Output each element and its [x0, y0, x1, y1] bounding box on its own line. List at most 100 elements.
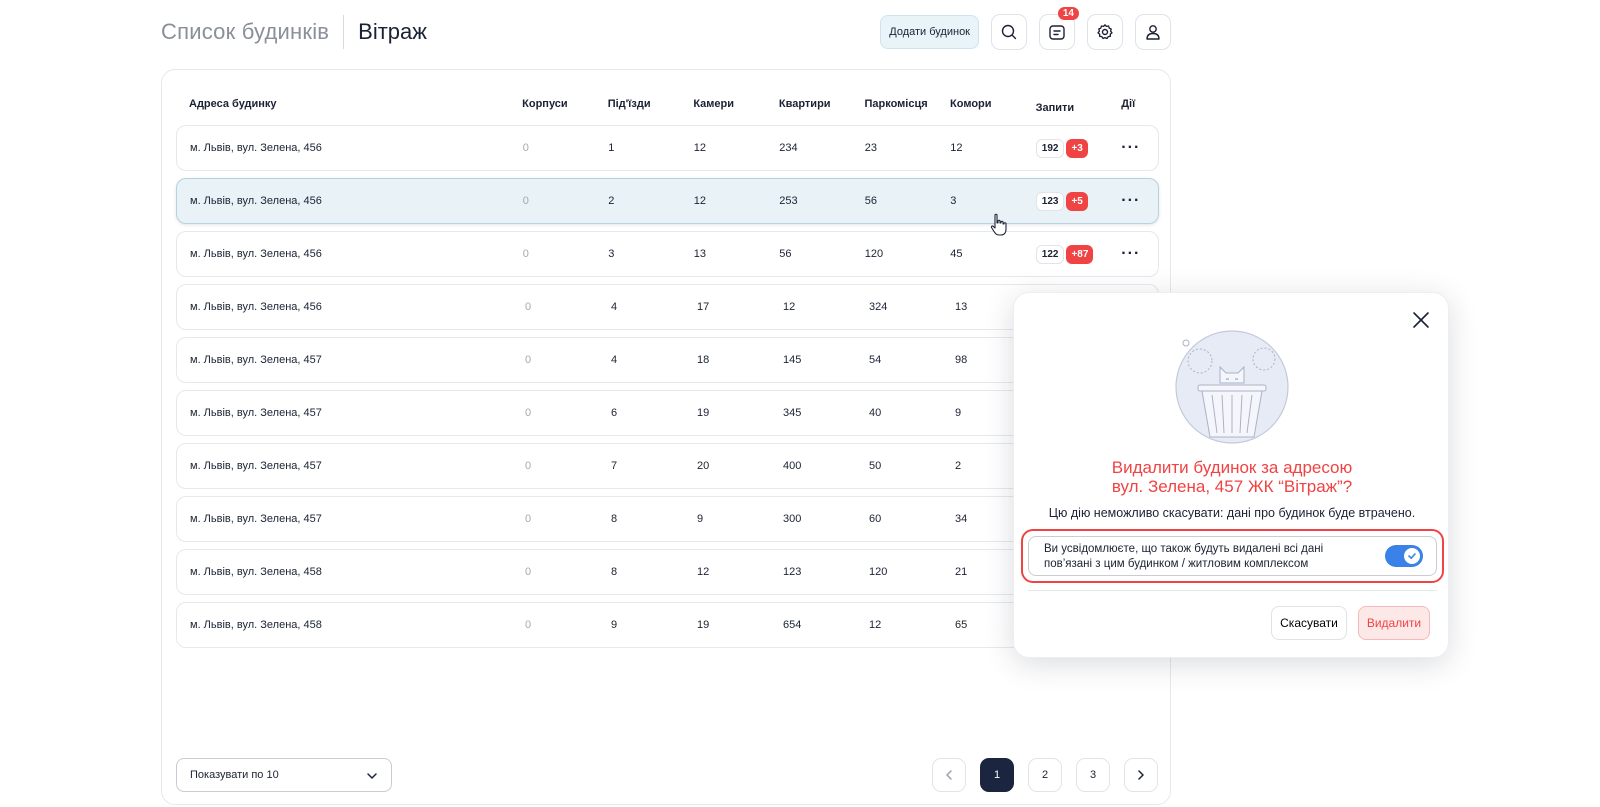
row-actions[interactable]: ··· [1108, 139, 1158, 157]
cell-pidizdy: 8 [611, 566, 618, 578]
table-row[interactable]: м. Львів, вул. Зелена, 457 0 7 20 400 50… [176, 443, 1159, 489]
column-header[interactable]: Запити [1023, 98, 1109, 118]
chevron-right-icon [1138, 770, 1144, 780]
new-requests-badge: +3 [1066, 138, 1088, 158]
confirm-text: Ви усвідомлюєте, що також будуть видален… [1044, 543, 1324, 570]
cell-address: м. Львів, вул. Зелена, 457 [190, 354, 322, 366]
cell-address: м. Львів, вул. Зелена, 456 [190, 195, 322, 207]
cell-address: м. Львів, вул. Зелена, 457 [190, 460, 322, 472]
cell-parkomistsia: 324 [869, 301, 888, 313]
page-button[interactable]: 1 [980, 758, 1014, 792]
modal-subtitle: Цю дію неможливо скасувати: дані про буд… [1048, 506, 1416, 520]
cell-korpusy: 0 [525, 301, 532, 313]
cell-pidizdy: 4 [611, 301, 618, 313]
page-title: Вітраж [358, 19, 427, 44]
per-page-value: Показувати по 10 [190, 769, 279, 781]
table-row[interactable]: м. Львів, вул. Зелена, 458 0 9 19 654 12… [176, 602, 1159, 648]
cell-kamery: 12 [697, 566, 710, 578]
user-icon [1146, 25, 1160, 40]
cell-korpusy: 0 [525, 407, 532, 419]
more-icon[interactable]: ··· [1121, 245, 1140, 262]
toggle-knob [1404, 548, 1420, 564]
table-row[interactable]: м. Львів, вул. Зелена, 456 0 2 12 253 56… [176, 178, 1159, 224]
column-header[interactable]: Комори [937, 98, 1023, 118]
breadcrumb-parent[interactable]: Список будинків [161, 19, 329, 45]
more-icon[interactable]: ··· [1121, 139, 1140, 156]
page-header: Список будинків Вітраж Додати будинок 14 [161, 7, 1171, 50]
cell-address: м. Львів, вул. Зелена, 458 [190, 619, 322, 631]
column-header: Дії [1121, 98, 1136, 110]
delete-button[interactable]: Видалити [1358, 606, 1430, 640]
cell-pidizdy: 3 [608, 248, 615, 260]
cell-korpusy: 0 [522, 248, 529, 260]
cell-parkomistsia: 56 [864, 195, 878, 207]
cell-kamery: 20 [697, 460, 710, 472]
cell-korpusy: 0 [525, 619, 532, 631]
table-row[interactable]: м. Львів, вул. Зелена, 456 0 4 17 12 324… [176, 284, 1159, 330]
settings-button[interactable] [1087, 14, 1123, 50]
profile-button[interactable] [1135, 14, 1171, 50]
column-header[interactable]: Квартири [766, 98, 852, 118]
cell-requests: 122 +87 [1023, 244, 1109, 264]
modal-divider [1028, 590, 1437, 591]
cell-pidizdy: 1 [608, 142, 615, 154]
search-button[interactable] [991, 14, 1027, 50]
requests-count-badge: 122 [1035, 244, 1065, 264]
table-row[interactable]: м. Львів, вул. Зелена, 456 0 3 13 56 120… [176, 231, 1159, 277]
column-header[interactable]: Паркомісця [851, 98, 937, 118]
column-header[interactable]: Камери [680, 98, 766, 118]
prev-page-button[interactable] [932, 758, 966, 792]
cell-kamery: 18 [697, 354, 710, 366]
cell-kvartyry: 145 [783, 354, 802, 366]
more-icon[interactable]: ··· [1121, 192, 1140, 209]
next-page-button[interactable] [1124, 758, 1158, 792]
table-row[interactable]: м. Львів, вул. Зелена, 458 0 8 12 123 12… [176, 549, 1159, 595]
hand-cursor-icon [990, 213, 1007, 236]
cell-kamery: 17 [697, 301, 710, 313]
confirm-toggle[interactable] [1385, 545, 1423, 567]
modal-title: Видалити будинок за адресою вул. Зелена,… [1014, 458, 1450, 496]
per-page-select[interactable]: Показувати по 10 [176, 758, 392, 792]
cell-pidizdy: 4 [611, 354, 618, 366]
cell-kamery: 19 [697, 407, 710, 419]
page: Список будинків Вітраж Додати будинок 14… [0, 0, 1600, 807]
check-icon [1408, 553, 1416, 559]
cell-korpusy: 0 [522, 142, 529, 154]
table-row[interactable]: м. Львів, вул. Зелена, 457 0 6 19 345 40… [176, 390, 1159, 436]
cell-address: м. Львів, вул. Зелена, 456 [190, 142, 322, 154]
table-row[interactable]: м. Львів, вул. Зелена, 456 0 1 12 234 23… [176, 125, 1159, 171]
column-header[interactable]: Адреса будинку [176, 98, 509, 118]
row-actions[interactable]: ··· [1108, 245, 1158, 263]
delete-building-modal: Видалити будинок за адресою вул. Зелена,… [1013, 292, 1449, 658]
cell-kamery: 19 [697, 619, 710, 631]
cell-kamery: 12 [693, 195, 707, 207]
table-row[interactable]: м. Львів, вул. Зелена, 457 0 8 9 300 60 … [176, 496, 1159, 542]
cell-kvartyry: 345 [783, 407, 802, 419]
close-icon[interactable] [1410, 309, 1432, 331]
cell-pidizdy: 9 [611, 619, 618, 631]
modal-title-line: Видалити будинок за адресою [1111, 458, 1353, 477]
row-actions[interactable]: ··· [1108, 192, 1158, 210]
add-building-button[interactable]: Додати будинок [880, 15, 979, 49]
column-header[interactable]: Під'їзди [595, 98, 681, 118]
cancel-button[interactable]: Скасувати [1271, 606, 1347, 640]
cell-kvartyry: 12 [783, 301, 796, 313]
chevron-down-icon [367, 773, 377, 779]
cell-kvartyry: 56 [779, 248, 792, 260]
table-row[interactable]: м. Львів, вул. Зелена, 457 0 4 18 145 54… [176, 337, 1159, 383]
column-header[interactable]: Корпуси [509, 98, 595, 118]
cell-requests: 123 +5 [1023, 191, 1109, 211]
page-button[interactable]: 2 [1028, 758, 1062, 792]
cell-parkomistsia: 60 [869, 513, 882, 525]
notifications-button[interactable]: 14 [1039, 7, 1079, 50]
cell-korpusy: 0 [525, 566, 532, 578]
cell-pidizdy: 7 [611, 460, 618, 472]
cell-kvartyry: 253 [779, 195, 798, 207]
cell-kvartyry: 300 [783, 513, 802, 525]
search-icon [1001, 24, 1017, 40]
cell-komory: 12 [950, 142, 963, 154]
requests-count-badge: 123 [1035, 191, 1065, 211]
page-button[interactable]: 3 [1076, 758, 1110, 792]
cell-kvartyry: 123 [783, 566, 802, 578]
confirm-option[interactable]: Ви усвідомлюєте, що також будуть видален… [1028, 536, 1437, 576]
